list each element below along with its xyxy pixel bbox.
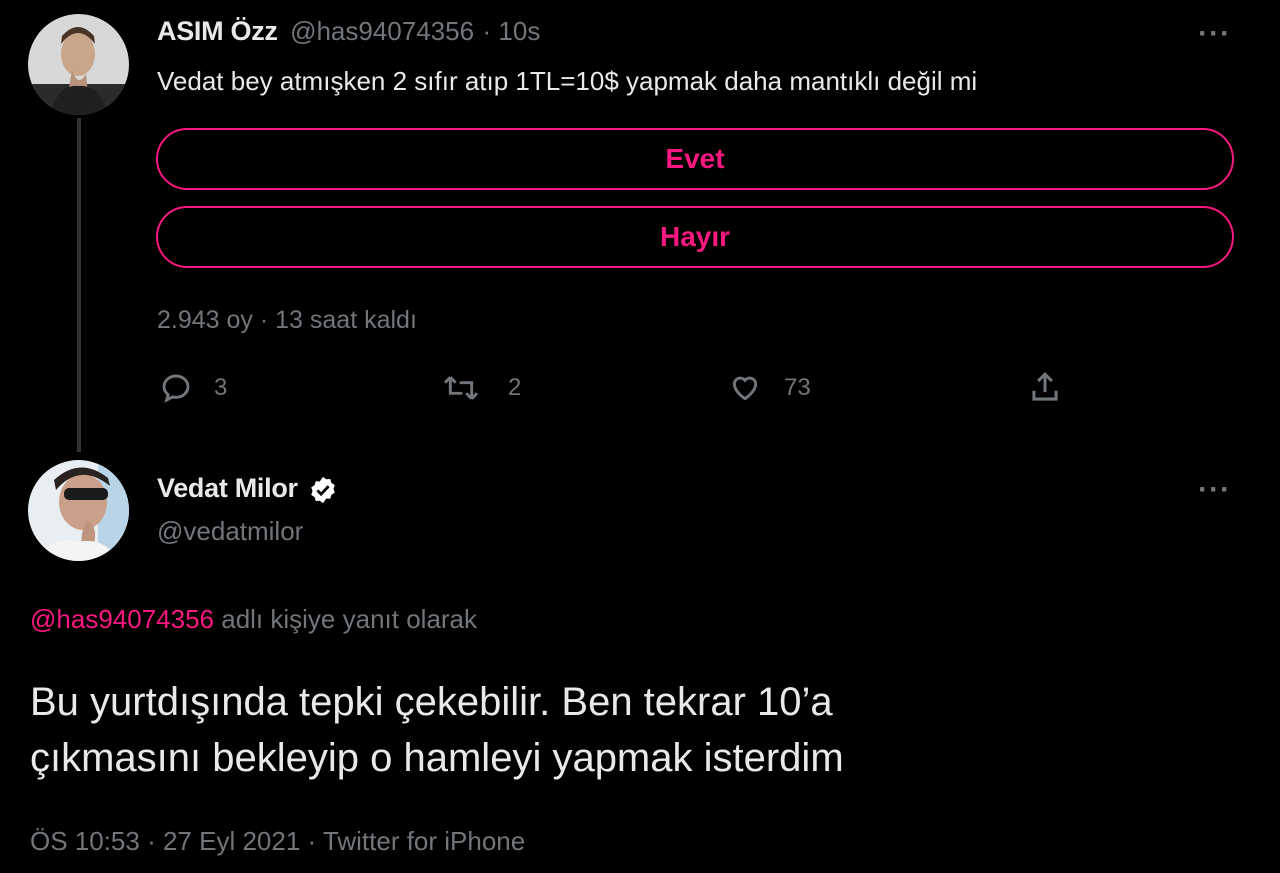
avatar-asim[interactable] [28, 14, 129, 115]
reply-count: 3 [214, 374, 228, 401]
retweet-button[interactable]: 2 [442, 372, 521, 404]
reply-button[interactable]: 3 [160, 372, 227, 404]
poll-option-evet[interactable]: Evet [156, 128, 1234, 190]
poll-option-hayir[interactable]: Hayır [156, 206, 1234, 268]
retweet-count: 2 [508, 374, 522, 401]
tweet1-author-handle[interactable]: @has94074356 [290, 16, 474, 46]
share-icon [1032, 371, 1058, 401]
tweet2-text: Bu yurtdışında tepki çekebilir. Ben tekr… [30, 674, 844, 786]
verified-icon [308, 475, 338, 510]
tweet2-meta: ÖS 10:53 · 27 Eyl 2021 · Twitter for iPh… [30, 826, 526, 856]
reply-context-label: adlı kişiye yanıt olarak [221, 604, 478, 634]
tweet2-text-line2: çıkmasını bekleyip o hamleyi yapmak iste… [30, 736, 844, 780]
tweet2-more-icon[interactable]: ··· [1198, 475, 1231, 505]
like-button[interactable]: 73 [728, 372, 811, 404]
poll-time-remaining: · 13 saat kaldı [259, 306, 417, 334]
avatar-vedat-milor[interactable] [28, 460, 129, 561]
tweet1-author-name[interactable]: ASIM Özz [157, 16, 278, 46]
tweet2-author-row: Vedat Milor [157, 473, 338, 510]
reply-context: @has94074356 adlı kişiye yanıt olarak [30, 604, 477, 635]
tweet2-text-line1: Bu yurtdışında tepki çekebilir. Ben tekr… [30, 680, 833, 724]
tweet1-more-icon[interactable]: ··· [1198, 19, 1231, 49]
thread-connector-line [77, 118, 81, 452]
retweet-icon [443, 376, 479, 400]
tweet1-timestamp[interactable]: · 10s [483, 16, 541, 46]
tweet2-author-name[interactable]: Vedat Milor [157, 473, 298, 503]
poll-summary: 2.943 oy · 13 saat kaldı [157, 306, 417, 335]
tweet1-text: Vedat bey atmışken 2 sıfır atıp 1TL=10$ … [157, 66, 978, 96]
reply-icon [162, 374, 190, 403]
like-icon [732, 376, 758, 401]
tweet1-header: ASIM Özz @has94074356 · 10s [157, 16, 540, 47]
tweet2-author-handle[interactable]: @vedatmilor [157, 516, 303, 547]
share-button[interactable] [1028, 370, 1062, 406]
like-count: 73 [784, 374, 811, 401]
poll-vote-count: 2.943 oy [157, 306, 253, 334]
reply-mention-link[interactable]: @has94074356 [30, 604, 214, 634]
